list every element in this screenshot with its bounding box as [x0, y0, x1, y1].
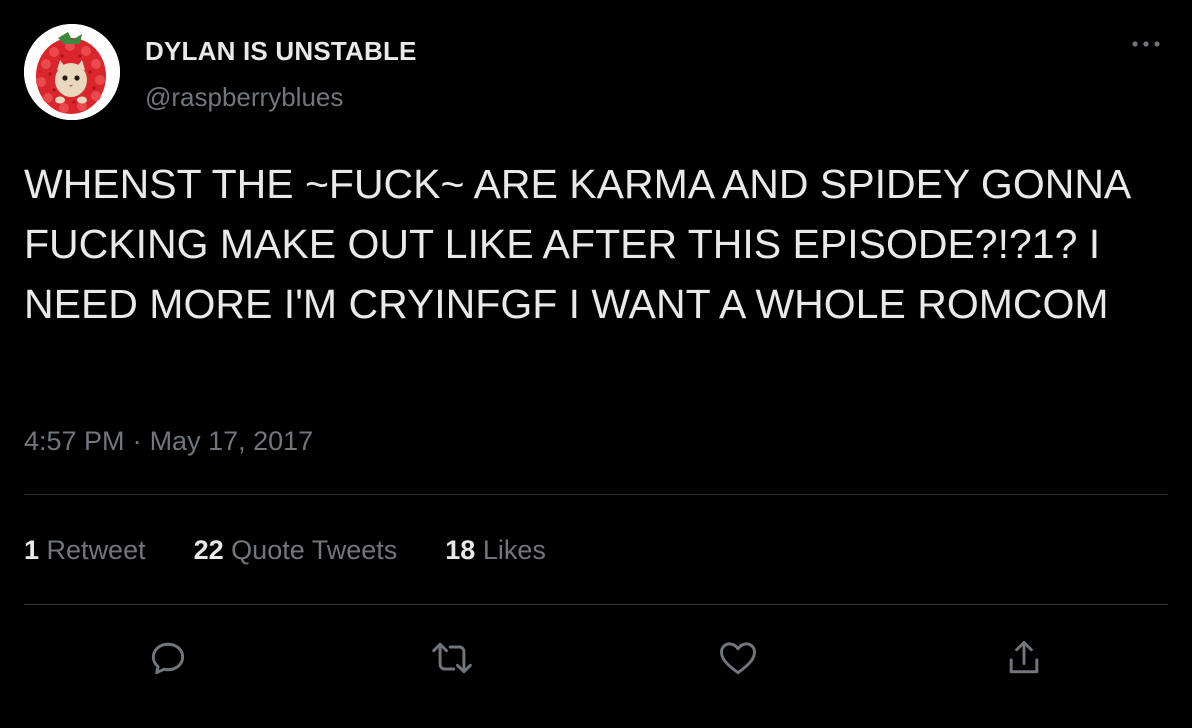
heart-icon	[720, 642, 756, 675]
likes-label: Likes	[482, 535, 546, 565]
retweets-stat[interactable]: 1 Retweet	[24, 535, 146, 566]
likes-count: 18	[445, 535, 476, 565]
avatar[interactable]	[24, 24, 120, 120]
retweet-button[interactable]	[424, 630, 480, 686]
quote-tweets-count: 22	[193, 535, 224, 565]
reply-icon	[151, 642, 185, 675]
tweet-card: DYLAN IS UNSTABLE @raspberryblues WHENST…	[0, 0, 1192, 728]
like-button[interactable]	[710, 630, 766, 686]
likes-stat[interactable]: 18 Likes	[445, 535, 546, 566]
tweet-time: 4:57 PM	[24, 426, 125, 456]
share-icon	[1009, 640, 1039, 674]
tweet-date: May 17, 2017	[149, 426, 314, 456]
user-handle[interactable]: @raspberryblues	[145, 82, 343, 113]
raspberry-cat-avatar-icon	[24, 24, 120, 120]
tweet-timestamp[interactable]: 4:57 PM · May 17, 2017	[24, 426, 313, 457]
tweet-actions	[0, 630, 1192, 686]
timestamp-separator: ·	[132, 426, 142, 456]
quote-tweets-label: Quote Tweets	[231, 535, 398, 565]
retweets-count: 1	[24, 535, 40, 565]
reply-button[interactable]	[140, 630, 196, 686]
display-name[interactable]: DYLAN IS UNSTABLE	[145, 36, 417, 67]
retweets-label: Retweet	[46, 535, 146, 565]
tweet-text: WHENST THE ~FUCK~ ARE KARMA AND SPIDEY G…	[24, 161, 1130, 327]
divider	[24, 494, 1168, 495]
more-options-button[interactable]	[1124, 30, 1168, 58]
divider	[24, 604, 1168, 605]
more-horizontal-icon	[1132, 41, 1160, 47]
share-button[interactable]	[996, 630, 1052, 686]
tweet-stats: 1 Retweet 22 Quote Tweets 18 Likes	[24, 535, 546, 566]
quote-tweets-stat[interactable]: 22 Quote Tweets	[194, 535, 398, 566]
retweet-icon	[432, 642, 472, 674]
